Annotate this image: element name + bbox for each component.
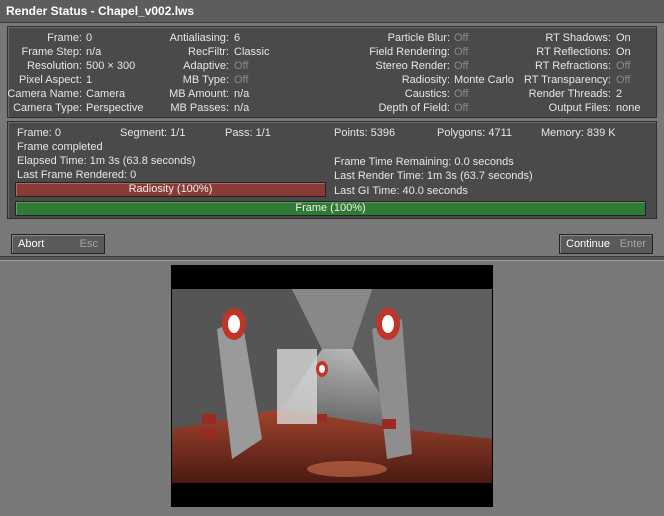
continue-label: Continue (566, 238, 611, 250)
setting-value: Off (454, 102, 469, 114)
last-frame-rendered: Last Frame Rendered: 0 (17, 169, 137, 181)
setting-label: Stereo Render: (375, 60, 450, 72)
segment-count: Segment: 1/1 (120, 127, 186, 139)
memory-usage: Memory: 839 K (541, 127, 616, 139)
render-settings-panel: Frame: 0 Frame Step: n/a Resolution: 500 × 30… (7, 26, 657, 118)
points-count: Points: 5396 (334, 127, 396, 139)
continue-button[interactable]: Continue Enter (559, 234, 653, 254)
setting-label: Resolution: (26, 60, 82, 72)
setting-label: Frame Step: (21, 46, 82, 58)
abort-label: Abort (18, 238, 45, 250)
setting-label: RecFiltr: (188, 46, 229, 58)
setting-label: RT Transparency: (523, 74, 611, 86)
pane-divider[interactable] (0, 256, 664, 261)
setting-label: Field Rendering: (369, 46, 450, 58)
setting-value: 1 (86, 74, 93, 86)
setting-value: 0 (86, 32, 93, 44)
elapsed-time: Elapsed Time: 1m 3s (63.8 seconds) (17, 155, 196, 167)
setting-label: Output Files: (548, 102, 611, 114)
setting-label: RT Shadows: (545, 32, 611, 44)
window-title: Render Status - Chapel_v002.lws (6, 4, 195, 18)
setting-value: Off (234, 74, 249, 86)
setting-value: On (616, 32, 631, 44)
radiosity-progress-label: Radiosity (100%) (128, 183, 213, 195)
setting-label: MB Amount: (169, 88, 229, 100)
frame-progress-label: Frame (100%) (295, 202, 366, 214)
setting-label: Camera Type: (13, 102, 82, 114)
setting-value: Off (616, 60, 631, 72)
setting-label: MB Passes: (170, 102, 229, 114)
setting-value: Monte Carlo (454, 74, 514, 86)
abort-shortcut: Esc (79, 238, 98, 250)
setting-value: 500 × 300 (86, 60, 136, 72)
setting-value: Off (454, 88, 469, 100)
setting-label: MB Type: (182, 74, 229, 86)
setting-value: n/a (234, 102, 250, 114)
frame-completed-text: Frame completed (17, 141, 103, 153)
setting-value: Off (454, 32, 469, 44)
setting-value: Off (454, 46, 469, 58)
setting-value: 6 (234, 32, 241, 44)
abort-button[interactable]: Abort Esc (11, 234, 105, 254)
setting-value: Classic (234, 46, 270, 58)
last-render-time: Last Render Time: 1m 3s (63.7 seconds) (334, 170, 533, 182)
setting-label: Render Threads: (528, 88, 611, 100)
setting-label: RT Reflections: (536, 46, 611, 58)
frame-progress-bar: Frame (100%) (15, 201, 646, 216)
setting-value: none (616, 102, 641, 114)
radiosity-progress-bar: Radiosity (100%) (15, 182, 326, 197)
pass-count: Pass: 1/1 (225, 127, 271, 139)
frame-time-remaining: Frame Time Remaining: 0.0 seconds (334, 156, 514, 168)
setting-value: Off (616, 74, 631, 86)
chapel-render-image (172, 289, 492, 483)
title-bar: Render Status - Chapel_v002.lws (0, 0, 664, 23)
polygons-count: Polygons: 4711 (437, 127, 513, 139)
last-gi-time: Last GI Time: 40.0 seconds (334, 185, 468, 197)
setting-label: Antialiasing: (169, 32, 229, 44)
setting-value: On (616, 46, 631, 58)
setting-label: Radiosity: (401, 74, 450, 86)
setting-label: Depth of Field: (378, 102, 450, 114)
rendered-image (172, 289, 492, 483)
continue-shortcut: Enter (619, 238, 646, 250)
frame-number: Frame: 0 (17, 127, 62, 139)
setting-value: Perspective (86, 102, 144, 114)
setting-label: Camera Name: (7, 88, 82, 100)
setting-value: n/a (234, 88, 250, 100)
render-progress-panel: Frame: 0 Segment: 1/1 Pass: 1/1 Points: … (7, 121, 657, 219)
setting-value: Off (234, 60, 249, 72)
setting-label: Adaptive: (183, 60, 229, 72)
setting-label: Caustics: (404, 88, 450, 100)
setting-value: n/a (86, 46, 102, 58)
setting-value: Off (454, 60, 469, 72)
setting-value: Camera (86, 88, 126, 100)
setting-label: Pixel Aspect: (19, 74, 82, 86)
render-preview (171, 265, 493, 507)
setting-value: 2 (616, 88, 623, 100)
setting-label: Particle Blur: (387, 32, 450, 44)
setting-label: Frame: (47, 32, 82, 44)
setting-label: RT Refractions: (534, 60, 611, 72)
